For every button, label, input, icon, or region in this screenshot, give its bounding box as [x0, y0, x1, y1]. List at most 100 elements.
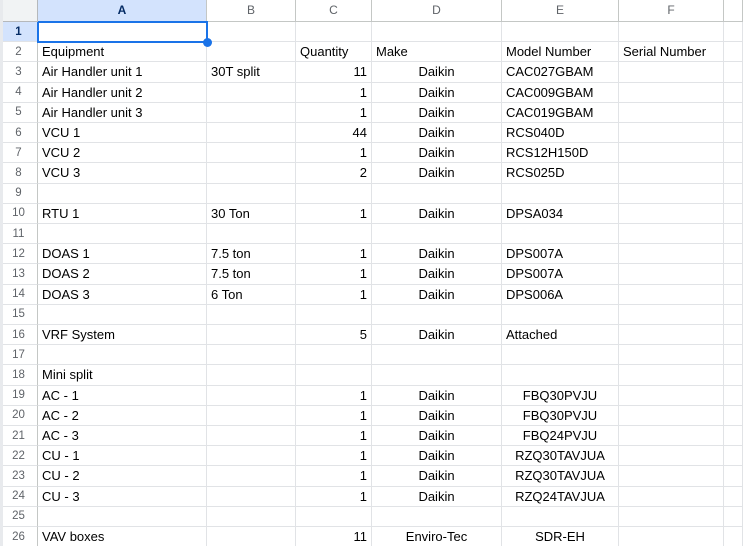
- cell-D21[interactable]: Daikin: [372, 426, 502, 447]
- row-header-12[interactable]: 12: [0, 244, 38, 265]
- column-header-d[interactable]: D: [372, 0, 502, 22]
- row-header-20[interactable]: 20: [0, 405, 38, 426]
- row-header-21[interactable]: 21: [0, 426, 38, 447]
- cell-stub-20[interactable]: [724, 405, 743, 426]
- cell-B12[interactable]: 7.5 ton: [207, 244, 296, 265]
- cell-A4[interactable]: Air Handler unit 2: [38, 82, 207, 103]
- cell-D3[interactable]: Daikin: [372, 62, 502, 83]
- cell-stub-24[interactable]: [724, 486, 743, 507]
- cell-F17[interactable]: [619, 345, 724, 366]
- cell-E15[interactable]: [502, 304, 619, 325]
- cell-A12[interactable]: DOAS 1: [38, 244, 207, 265]
- cell-stub-19[interactable]: [724, 385, 743, 406]
- cell-stub-1[interactable]: [724, 22, 743, 43]
- cell-E2[interactable]: Model Number: [502, 42, 619, 63]
- cell-D10[interactable]: Daikin: [372, 203, 502, 224]
- cell-D1[interactable]: [372, 22, 502, 43]
- cell-stub-2[interactable]: [724, 42, 743, 63]
- cell-C19[interactable]: 1: [296, 385, 372, 406]
- row-header-11[interactable]: 11: [0, 224, 38, 245]
- column-header-f[interactable]: F: [619, 0, 724, 22]
- cell-F13[interactable]: [619, 264, 724, 285]
- cell-C18[interactable]: [296, 365, 372, 386]
- cell-A21[interactable]: AC - 3: [38, 426, 207, 447]
- row-header-13[interactable]: 13: [0, 264, 38, 285]
- cell-D8[interactable]: Daikin: [372, 163, 502, 184]
- cell-A11[interactable]: [38, 224, 207, 245]
- cell-C25[interactable]: [296, 506, 372, 527]
- cell-E23[interactable]: RZQ30TAVJUA: [502, 466, 619, 487]
- cell-A2[interactable]: Equipment: [38, 42, 207, 63]
- cell-D18[interactable]: [372, 365, 502, 386]
- cell-stub-26[interactable]: [724, 527, 743, 546]
- cell-E21[interactable]: FBQ24PVJU: [502, 426, 619, 447]
- cell-E6[interactable]: RCS040D: [502, 123, 619, 144]
- row-header-6[interactable]: 6: [0, 123, 38, 144]
- cell-B21[interactable]: [207, 426, 296, 447]
- cell-E20[interactable]: FBQ30PVJU: [502, 405, 619, 426]
- row-header-18[interactable]: 18: [0, 365, 38, 386]
- cell-E17[interactable]: [502, 345, 619, 366]
- cell-F1[interactable]: [619, 22, 724, 43]
- cell-C22[interactable]: 1: [296, 446, 372, 467]
- cell-stub-23[interactable]: [724, 466, 743, 487]
- row-header-24[interactable]: 24: [0, 486, 38, 507]
- cell-D16[interactable]: Daikin: [372, 325, 502, 346]
- cell-C6[interactable]: 44: [296, 123, 372, 144]
- cell-D9[interactable]: [372, 183, 502, 204]
- cell-B7[interactable]: [207, 143, 296, 164]
- cell-A14[interactable]: DOAS 3: [38, 284, 207, 305]
- cell-F24[interactable]: [619, 486, 724, 507]
- cell-A3[interactable]: Air Handler unit 1: [38, 62, 207, 83]
- cell-F7[interactable]: [619, 143, 724, 164]
- cell-C9[interactable]: [296, 183, 372, 204]
- cell-stub-3[interactable]: [724, 62, 743, 83]
- cell-E3[interactable]: CAC027GBAM: [502, 62, 619, 83]
- cell-D6[interactable]: Daikin: [372, 123, 502, 144]
- cell-A22[interactable]: CU - 1: [38, 446, 207, 467]
- row-header-7[interactable]: 7: [0, 143, 38, 164]
- column-header-a[interactable]: A: [38, 0, 207, 22]
- cell-stub-10[interactable]: [724, 203, 743, 224]
- cell-F19[interactable]: [619, 385, 724, 406]
- cell-stub-13[interactable]: [724, 264, 743, 285]
- cell-F22[interactable]: [619, 446, 724, 467]
- row-header-22[interactable]: 22: [0, 446, 38, 467]
- cell-B13[interactable]: 7.5 ton: [207, 264, 296, 285]
- cell-F4[interactable]: [619, 82, 724, 103]
- cell-stub-15[interactable]: [724, 304, 743, 325]
- row-header-25[interactable]: 25: [0, 506, 38, 527]
- row-header-16[interactable]: 16: [0, 325, 38, 346]
- cell-stub-16[interactable]: [724, 325, 743, 346]
- cell-E7[interactable]: RCS12H150D: [502, 143, 619, 164]
- cell-stub-21[interactable]: [724, 426, 743, 447]
- cell-B3[interactable]: 30T split: [207, 62, 296, 83]
- cell-C13[interactable]: 1: [296, 264, 372, 285]
- cell-C5[interactable]: 1: [296, 102, 372, 123]
- cell-A5[interactable]: Air Handler unit 3: [38, 102, 207, 123]
- cell-stub-4[interactable]: [724, 82, 743, 103]
- cell-C20[interactable]: 1: [296, 405, 372, 426]
- fill-handle[interactable]: [202, 37, 212, 47]
- cell-C11[interactable]: [296, 224, 372, 245]
- cell-C17[interactable]: [296, 345, 372, 366]
- cell-C23[interactable]: 1: [296, 466, 372, 487]
- cell-A13[interactable]: DOAS 2: [38, 264, 207, 285]
- cell-E12[interactable]: DPS007A: [502, 244, 619, 265]
- cell-A24[interactable]: CU - 3: [38, 486, 207, 507]
- cell-A23[interactable]: CU - 2: [38, 466, 207, 487]
- cell-E24[interactable]: RZQ24TAVJUA: [502, 486, 619, 507]
- cell-E13[interactable]: DPS007A: [502, 264, 619, 285]
- cell-A25[interactable]: [38, 506, 207, 527]
- cell-F15[interactable]: [619, 304, 724, 325]
- cell-B24[interactable]: [207, 486, 296, 507]
- cell-D2[interactable]: Make: [372, 42, 502, 63]
- cell-C24[interactable]: 1: [296, 486, 372, 507]
- cell-D5[interactable]: Daikin: [372, 102, 502, 123]
- cell-E22[interactable]: RZQ30TAVJUA: [502, 446, 619, 467]
- cell-B26[interactable]: [207, 527, 296, 546]
- cell-B20[interactable]: [207, 405, 296, 426]
- row-header-8[interactable]: 8: [0, 163, 38, 184]
- cell-D14[interactable]: Daikin: [372, 284, 502, 305]
- cell-F12[interactable]: [619, 244, 724, 265]
